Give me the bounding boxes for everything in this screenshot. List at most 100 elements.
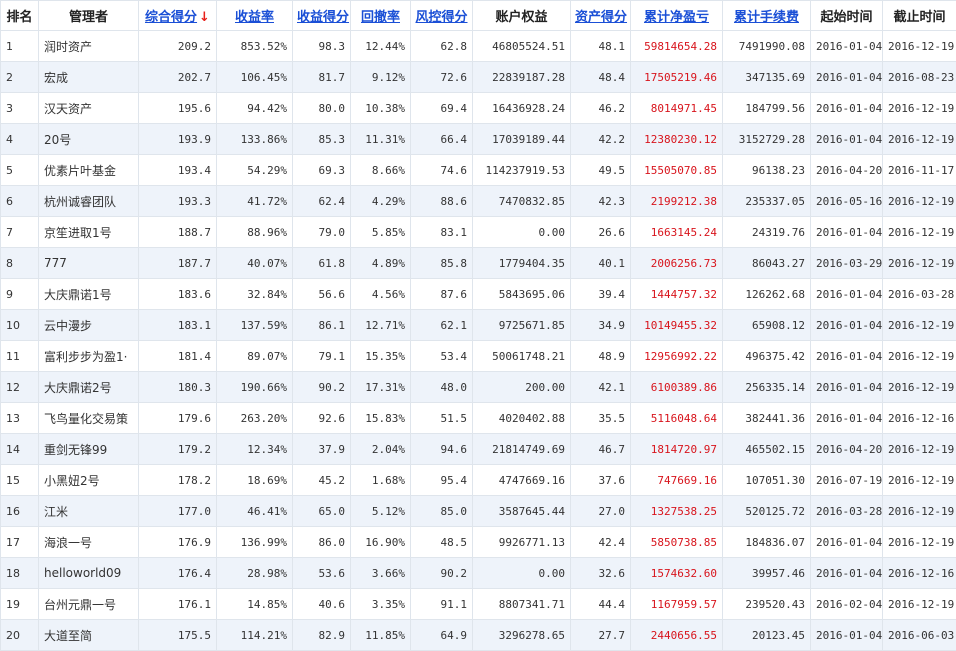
cell-return-rate: 46.41% (217, 496, 293, 527)
cell-risk-score: 53.4 (411, 341, 473, 372)
cell-manager[interactable]: 台州元鼎一号 (39, 589, 139, 620)
cell-return-rate: 12.34% (217, 434, 293, 465)
cell-manager[interactable]: 江米 (39, 496, 139, 527)
table-row: 14重剑无锋99179.212.34%37.92.04%94.621814749… (1, 434, 956, 465)
cell-end: 2016-12-19 (883, 186, 956, 217)
cell-manager[interactable]: 大庆鼎诺1号 (39, 279, 139, 310)
cell-manager[interactable]: 飞鸟量化交易策 (39, 403, 139, 434)
cell-net-pnl: 5850738.85 (631, 527, 723, 558)
cell-drawdown: 3.66% (351, 558, 411, 589)
cell-return-rate: 40.07% (217, 248, 293, 279)
cell-drawdown: 16.90% (351, 527, 411, 558)
ranking-table: 排名管理者综合得分↓收益率收益得分回撤率风控得分账户权益资产得分累计净盈亏累计手… (0, 0, 956, 651)
cell-risk-score: 72.6 (411, 62, 473, 93)
cell-return-rate: 853.52% (217, 31, 293, 62)
cell-manager[interactable]: 20号 (39, 124, 139, 155)
cell-return-score: 61.8 (293, 248, 351, 279)
table-row: 9大庆鼎诺1号183.632.84%56.64.56%87.65843695.0… (1, 279, 956, 310)
cell-manager[interactable]: 京笙进取1号 (39, 217, 139, 248)
cell-net-pnl: 1663145.24 (631, 217, 723, 248)
cell-end: 2016-12-19 (883, 310, 956, 341)
cell-end: 2016-12-19 (883, 589, 956, 620)
column-header-net-pnl[interactable]: 累计净盈亏 (631, 1, 723, 31)
cell-return-rate: 137.59% (217, 310, 293, 341)
column-header-label: 风控得分 (415, 10, 467, 25)
cell-fees: 239520.43 (723, 589, 811, 620)
cell-start: 2016-01-04 (811, 31, 883, 62)
cell-rank: 15 (1, 465, 39, 496)
column-header-return-rate[interactable]: 收益率 (217, 1, 293, 31)
cell-end: 2016-12-19 (883, 465, 956, 496)
cell-drawdown: 5.12% (351, 496, 411, 527)
table-row: 13飞鸟量化交易策179.6263.20%92.615.83%51.540204… (1, 403, 956, 434)
cell-end: 2016-06-03 (883, 620, 956, 651)
cell-manager[interactable]: 富利步步为盈1· (39, 341, 139, 372)
cell-fees: 496375.42 (723, 341, 811, 372)
cell-risk-score: 85.8 (411, 248, 473, 279)
column-header-fees[interactable]: 累计手续费 (723, 1, 811, 31)
cell-manager[interactable]: 777 (39, 248, 139, 279)
cell-fees: 520125.72 (723, 496, 811, 527)
cell-drawdown: 17.31% (351, 372, 411, 403)
cell-total-score: 183.6 (139, 279, 217, 310)
cell-manager[interactable]: 大庆鼎诺2号 (39, 372, 139, 403)
cell-return-rate: 106.45% (217, 62, 293, 93)
cell-return-score: 90.2 (293, 372, 351, 403)
cell-drawdown: 15.83% (351, 403, 411, 434)
cell-total-score: 188.7 (139, 217, 217, 248)
table-row: 17海浪一号176.9136.99%86.016.90%48.59926771.… (1, 527, 956, 558)
cell-manager[interactable]: 宏成 (39, 62, 139, 93)
cell-risk-score: 87.6 (411, 279, 473, 310)
column-header-return-score[interactable]: 收益得分 (293, 1, 351, 31)
cell-fees: 39957.46 (723, 558, 811, 589)
cell-start: 2016-01-04 (811, 62, 883, 93)
column-header-total-score[interactable]: 综合得分↓ (139, 1, 217, 31)
cell-rank: 6 (1, 186, 39, 217)
cell-total-score: 181.4 (139, 341, 217, 372)
cell-drawdown: 11.85% (351, 620, 411, 651)
cell-manager[interactable]: 云中漫步 (39, 310, 139, 341)
cell-manager[interactable]: helloworld09 (39, 558, 139, 589)
cell-equity: 8807341.71 (473, 589, 571, 620)
cell-manager[interactable]: 海浪一号 (39, 527, 139, 558)
cell-return-score: 92.6 (293, 403, 351, 434)
cell-return-score: 81.7 (293, 62, 351, 93)
cell-asset-score: 48.4 (571, 62, 631, 93)
cell-manager[interactable]: 汉天资产 (39, 93, 139, 124)
cell-asset-score: 48.1 (571, 31, 631, 62)
cell-net-pnl: 1167959.57 (631, 589, 723, 620)
cell-fees: 347135.69 (723, 62, 811, 93)
column-header-asset-score[interactable]: 资产得分 (571, 1, 631, 31)
cell-rank: 18 (1, 558, 39, 589)
cell-return-rate: 114.21% (217, 620, 293, 651)
cell-drawdown: 4.29% (351, 186, 411, 217)
cell-risk-score: 69.4 (411, 93, 473, 124)
cell-manager[interactable]: 优素片叶基金 (39, 155, 139, 186)
cell-return-rate: 54.29% (217, 155, 293, 186)
column-header-risk-score[interactable]: 风控得分 (411, 1, 473, 31)
cell-drawdown: 5.85% (351, 217, 411, 248)
column-header-label: 累计手续费 (734, 10, 799, 25)
column-header-label: 收益得分 (297, 10, 349, 25)
cell-asset-score: 42.4 (571, 527, 631, 558)
cell-total-score: 209.2 (139, 31, 217, 62)
cell-equity: 0.00 (473, 558, 571, 589)
column-header-label: 截止时间 (893, 10, 945, 25)
cell-fees: 107051.30 (723, 465, 811, 496)
cell-start: 2016-01-04 (811, 620, 883, 651)
cell-return-score: 56.6 (293, 279, 351, 310)
cell-rank: 17 (1, 527, 39, 558)
cell-return-score: 40.6 (293, 589, 351, 620)
cell-start: 2016-01-04 (811, 341, 883, 372)
cell-start: 2016-01-04 (811, 217, 883, 248)
cell-manager[interactable]: 重剑无锋99 (39, 434, 139, 465)
column-header-drawdown[interactable]: 回撤率 (351, 1, 411, 31)
cell-manager[interactable]: 小黑妞2号 (39, 465, 139, 496)
cell-end: 2016-12-19 (883, 31, 956, 62)
cell-manager[interactable]: 润时资产 (39, 31, 139, 62)
cell-manager[interactable]: 杭州诚睿团队 (39, 186, 139, 217)
cell-total-score: 176.4 (139, 558, 217, 589)
cell-asset-score: 46.7 (571, 434, 631, 465)
cell-risk-score: 95.4 (411, 465, 473, 496)
cell-manager[interactable]: 大道至简 (39, 620, 139, 651)
